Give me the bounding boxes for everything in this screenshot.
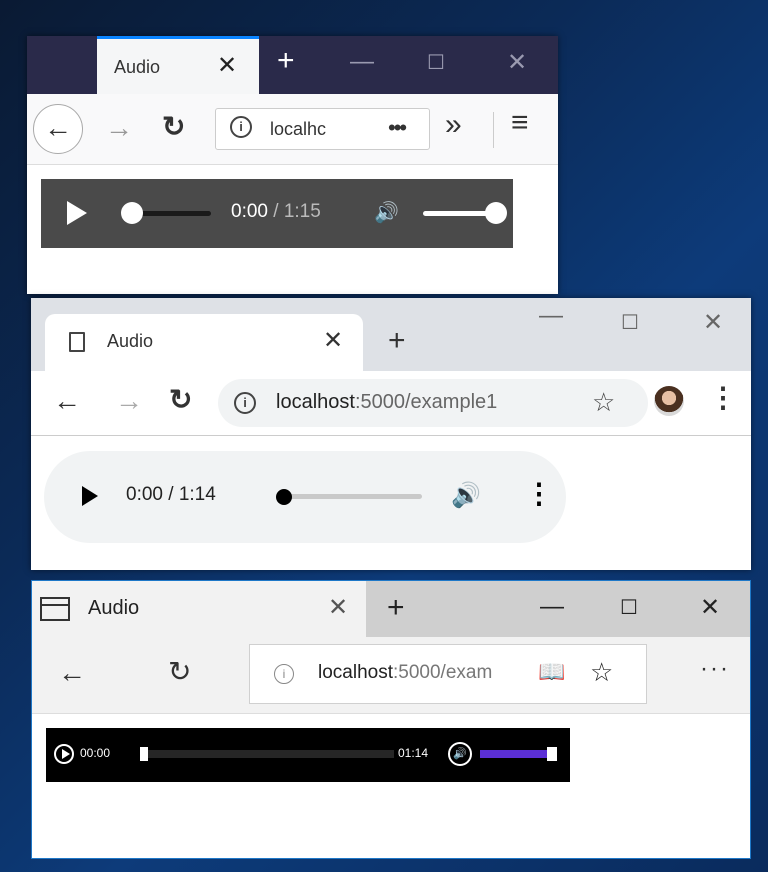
url-text[interactable]: localhost:5000/exam: [318, 662, 518, 684]
edge-audio-player: 00:00 01:14 🔊: [46, 728, 570, 782]
chrome-tab-bar: Audio ✕ + — ☐ ✕: [31, 298, 751, 371]
chrome-audio-player: 0:00 / 1:14 🔊 ⋮: [44, 451, 566, 543]
address-bar[interactable]: i localhost:5000/exam 📖 ☆: [249, 644, 647, 704]
play-icon[interactable]: [67, 201, 87, 225]
settings-more-icon[interactable]: ···: [700, 655, 730, 683]
seek-slider-thumb[interactable]: [276, 489, 292, 505]
url-bar[interactable]: i localhc •••: [215, 108, 430, 150]
back-button[interactable]: ←: [58, 657, 86, 689]
close-tab-icon[interactable]: ✕: [328, 593, 348, 622]
info-icon[interactable]: i: [230, 116, 252, 138]
kebab-menu-icon[interactable]: ⋮: [709, 381, 737, 414]
back-button[interactable]: ←: [53, 385, 81, 417]
chrome-window: Audio ✕ + — ☐ ✕ ← → ↻ i localhost:5000/e…: [31, 298, 751, 570]
reading-view-icon[interactable]: 📖: [538, 659, 565, 685]
volume-icon[interactable]: 🔊: [374, 200, 399, 225]
maximize-button[interactable]: ☐: [620, 595, 638, 620]
reload-button[interactable]: ↻: [168, 655, 191, 688]
minimize-button[interactable]: —: [350, 48, 374, 76]
reload-button[interactable]: ↻: [169, 383, 192, 416]
page-icon: [69, 332, 85, 352]
seek-slider[interactable]: [131, 211, 211, 216]
current-time: 0:00: [231, 201, 268, 222]
url-path: :5000/example1: [354, 391, 498, 413]
close-window-button[interactable]: ✕: [703, 308, 723, 337]
volume-slider[interactable]: [423, 211, 493, 216]
duration: 01:14: [398, 746, 429, 760]
seek-slider[interactable]: [140, 750, 394, 758]
tab-label: Audio: [114, 57, 161, 77]
tab-label: Audio: [88, 597, 140, 619]
url-host: localhost: [276, 391, 355, 413]
omnibox[interactable]: i localhost:5000/example1 ☆: [218, 379, 648, 427]
new-tab-button[interactable]: +: [387, 591, 405, 625]
firefox-window: Audio ✕ + — ☐ ✕ ← → ↻ i localhc ••• » ≡ …: [27, 36, 558, 294]
window-icon: [40, 597, 70, 621]
duration: 1:15: [283, 201, 321, 222]
play-icon[interactable]: [54, 744, 74, 764]
maximize-button[interactable]: ☐: [427, 50, 445, 75]
firefox-nav-bar: ← → ↻ i localhc ••• » ≡: [27, 94, 558, 165]
url-text[interactable]: localhost:5000/example1: [276, 391, 497, 414]
volume-slider-thumb[interactable]: [485, 202, 507, 224]
info-icon[interactable]: i: [274, 664, 294, 684]
seek-slider[interactable]: [282, 494, 422, 499]
volume-icon[interactable]: 🔊: [448, 742, 472, 766]
edge-nav-bar: ← ↻ i localhost:5000/exam 📖 ☆ ···: [32, 637, 750, 714]
time-separator: /: [267, 201, 284, 222]
profile-avatar[interactable]: [654, 386, 684, 416]
seek-slider-thumb[interactable]: [140, 747, 148, 761]
current-time: 00:00: [80, 746, 111, 760]
edge-window: Audio ✕ + — ☐ ✕ ← ↻ i localhost:5000/exa…: [31, 580, 751, 859]
close-tab-icon[interactable]: ✕: [217, 51, 237, 80]
more-options-icon[interactable]: ⋮: [525, 477, 553, 510]
overflow-menu-icon[interactable]: »: [445, 108, 462, 142]
close-window-button[interactable]: ✕: [700, 593, 720, 622]
time-display: 0:00 / 1:14: [126, 484, 216, 505]
reload-button[interactable]: ↻: [162, 110, 185, 143]
chrome-tab-audio[interactable]: Audio ✕: [45, 314, 363, 371]
info-icon[interactable]: i: [234, 392, 256, 414]
firefox-audio-player: 0:00 / 1:15 🔊: [41, 179, 513, 248]
volume-slider-thumb[interactable]: [547, 747, 557, 761]
tab-label: Audio: [107, 331, 154, 351]
hamburger-menu-icon[interactable]: ≡: [511, 106, 529, 140]
forward-button[interactable]: →: [105, 112, 133, 144]
url-host: localhost: [318, 662, 393, 683]
minimize-button[interactable]: —: [539, 302, 563, 330]
minimize-button[interactable]: —: [540, 593, 564, 621]
volume-slider[interactable]: [480, 750, 550, 758]
firefox-tab-audio[interactable]: Audio ✕: [97, 36, 259, 94]
firefox-tab-bar: Audio ✕ + — ☐ ✕: [27, 36, 558, 94]
toolbar-divider: [493, 112, 494, 148]
edge-tab-bar: Audio ✕ + — ☐ ✕: [32, 581, 750, 637]
bookmark-star-icon[interactable]: ☆: [592, 387, 615, 418]
url-path: :5000/exam: [393, 662, 493, 683]
back-button[interactable]: ←: [33, 104, 83, 154]
time-display: 0:00 / 1:15: [231, 201, 321, 223]
forward-button[interactable]: →: [115, 385, 143, 417]
page-actions-icon[interactable]: •••: [388, 115, 407, 141]
play-icon[interactable]: [82, 486, 98, 506]
url-text[interactable]: localhc: [270, 119, 326, 140]
close-tab-icon[interactable]: ✕: [323, 326, 343, 355]
maximize-button[interactable]: ☐: [621, 310, 639, 335]
favorite-star-icon[interactable]: ☆: [590, 657, 613, 688]
new-tab-button[interactable]: +: [277, 44, 295, 78]
chrome-nav-bar: ← → ↻ i localhost:5000/example1 ☆ ⋮: [31, 371, 751, 436]
edge-tab-audio[interactable]: Audio ✕: [32, 581, 366, 637]
volume-icon[interactable]: 🔊: [451, 481, 481, 510]
new-tab-button[interactable]: +: [388, 324, 406, 358]
close-window-button[interactable]: ✕: [507, 48, 527, 77]
seek-slider-thumb[interactable]: [121, 202, 143, 224]
